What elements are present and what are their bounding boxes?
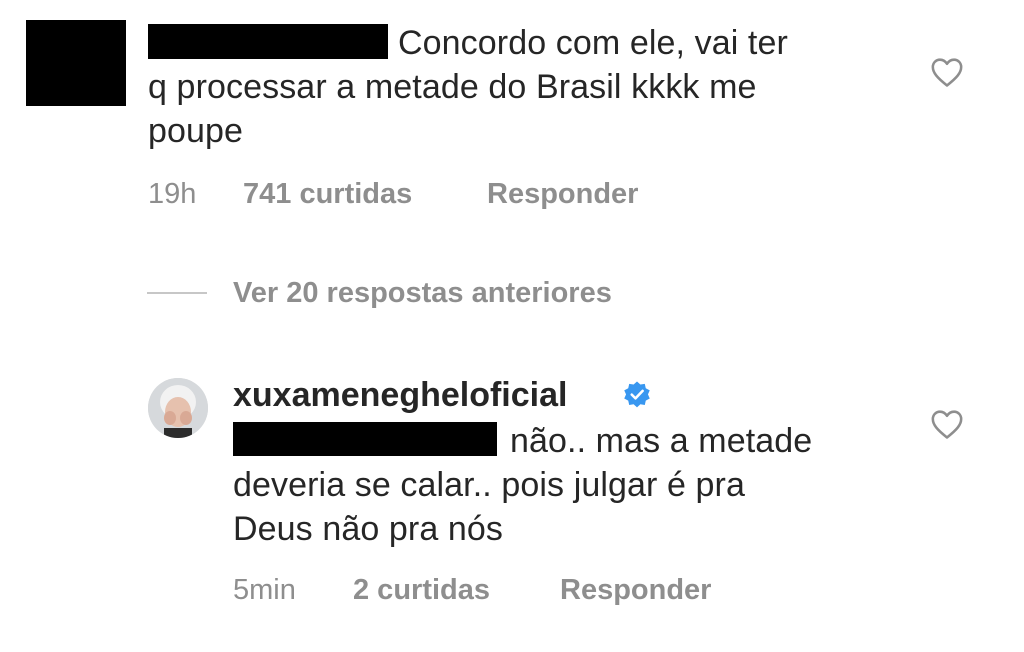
comment-2-likes-count[interactable]: 2 curtidas	[353, 573, 490, 607]
redacted-mention	[233, 422, 497, 456]
comment-1-text-line-3: poupe	[148, 112, 244, 150]
comment-2-reply-button[interactable]: Responder	[560, 573, 711, 607]
comment-2-timestamp: 5min	[233, 574, 296, 606]
comment-1-text-line-2: q processar a metade do Brasil kkkk me	[148, 68, 757, 106]
avatar[interactable]	[148, 378, 208, 438]
comment-2-text-line-1: não.. mas a metade	[510, 422, 813, 460]
comment-1-reply-button[interactable]: Responder	[487, 177, 638, 211]
redacted-avatar	[26, 20, 126, 106]
comment-1-text-line-1: Concordo com ele, vai ter	[398, 24, 788, 62]
verified-badge-icon	[624, 381, 650, 408]
comment-2-text-line-3: Deus não pra nós	[233, 510, 503, 548]
comment-1-timestamp: 19h	[148, 178, 197, 210]
comment-2-text-line-2: deveria se calar.. pois julgar é pra	[233, 466, 745, 504]
comment-1-likes-count[interactable]: 741 curtidas	[243, 177, 412, 211]
heart-outline-icon[interactable]	[930, 408, 964, 440]
comment-2-username[interactable]: xuxamenegheloficial	[233, 375, 567, 415]
view-previous-replies-button[interactable]: Ver 20 respostas anteriores	[233, 276, 612, 310]
redacted-username	[148, 24, 388, 59]
heart-outline-icon[interactable]	[930, 56, 964, 88]
replies-divider-line	[147, 292, 207, 294]
